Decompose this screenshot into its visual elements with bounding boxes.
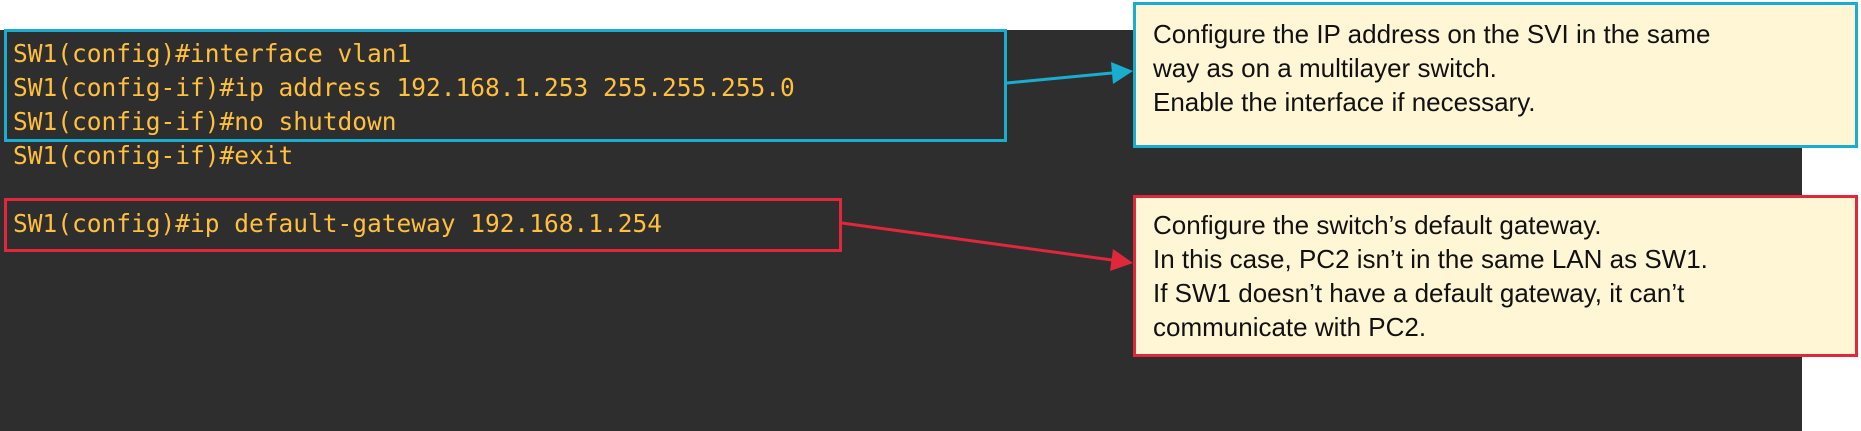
cli-line-exit: SW1(config-if)#exit [13, 141, 294, 170]
gateway-command-highlight [4, 198, 842, 252]
svi-callout-line: Configure the IP address on the SVI in t… [1153, 19, 1711, 49]
svi-callout-line: way as on a multilayer switch. [1153, 53, 1497, 83]
gateway-callout-line: If SW1 doesn’t have a default gateway, i… [1153, 278, 1685, 308]
svi-callout: Configure the IP address on the SVI in t… [1133, 2, 1858, 148]
gateway-callout-line: communicate with PC2. [1153, 312, 1427, 342]
svi-callout-line: Enable the interface if necessary. [1153, 87, 1536, 117]
gateway-callout-line: Configure the switch’s default gateway. [1153, 210, 1602, 240]
svi-command-highlight [4, 29, 1007, 142]
gateway-callout: Configure the switch’s default gateway. … [1133, 195, 1858, 357]
gateway-callout-line: In this case, PC2 isn’t in the same LAN … [1153, 244, 1708, 274]
